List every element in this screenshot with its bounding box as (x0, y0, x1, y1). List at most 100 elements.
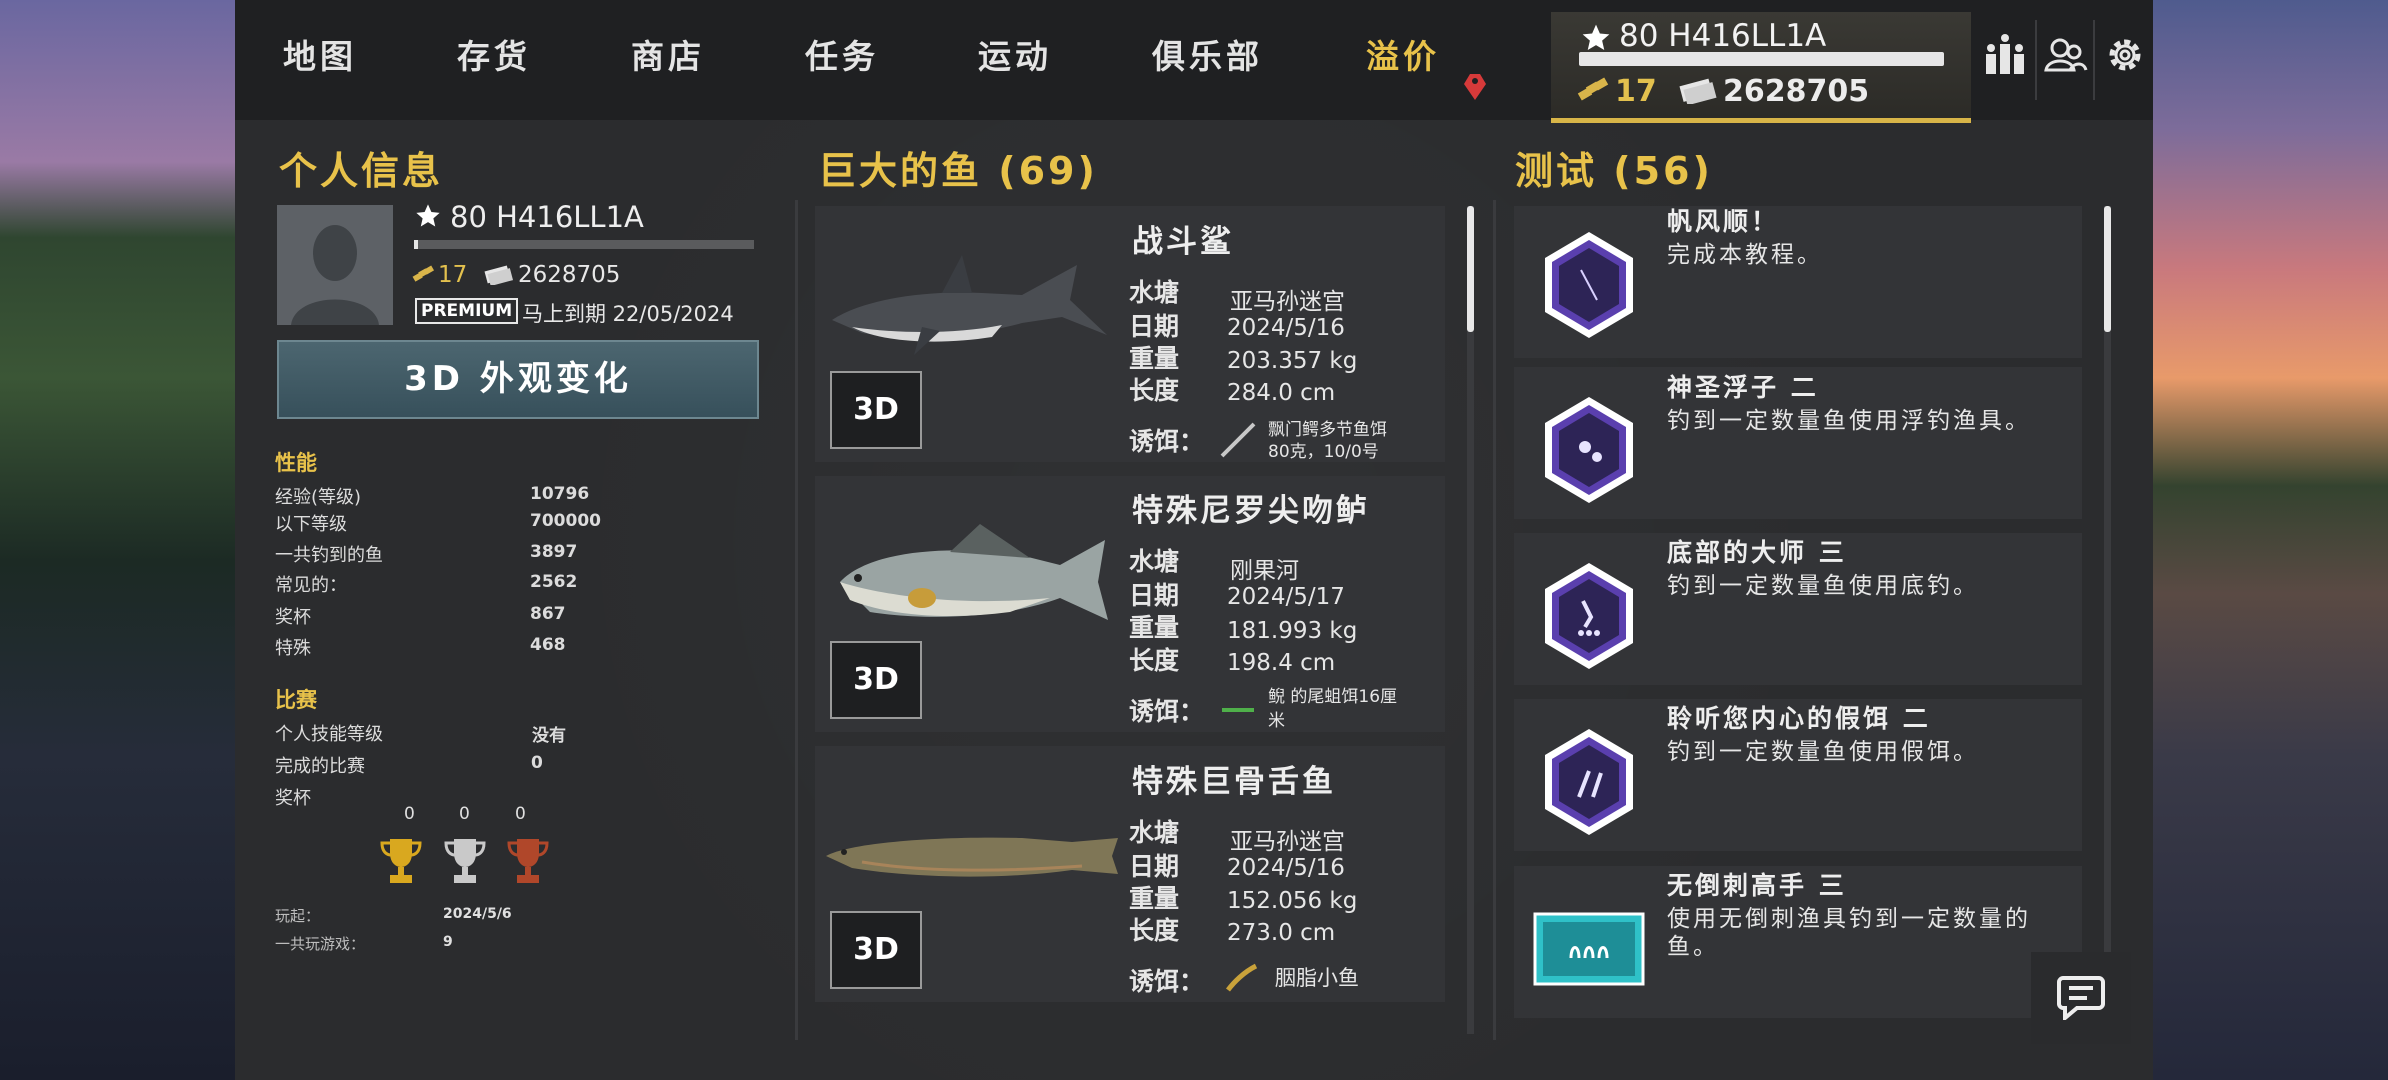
length-label: 长度 (1129, 916, 1180, 945)
bronze-trophy-count: 0 (515, 804, 526, 824)
lure-label: 诱饵： (1129, 697, 1205, 726)
competition-label: 奖杯 (275, 788, 311, 809)
chat-icon (2057, 976, 2105, 1020)
fish-list-scrollbar[interactable] (1467, 206, 1474, 332)
test-title: 神圣浮子 二 (1667, 373, 1819, 402)
column-divider (1493, 200, 1496, 1040)
cash-icon (484, 265, 514, 285)
nav-sports[interactable]: 运动 (978, 30, 1052, 78)
nile-perch-image (840, 524, 1108, 620)
lure-label: 诱饵： (1129, 427, 1205, 456)
bottom-badge-icon (1545, 563, 1633, 669)
test-description: 钓到一定数量鱼使用底钓。 (1667, 573, 1979, 599)
date-value: 2024/5/16 (1227, 315, 1345, 341)
leaderboard-icon[interactable] (1980, 30, 2030, 80)
fish-3d-button[interactable]: 3D (830, 371, 922, 449)
games-played-label: 一共玩游戏： (275, 935, 366, 953)
arapaima-image (826, 837, 1118, 877)
tests-list-scrollbar[interactable] (2104, 206, 2111, 332)
friends-icon[interactable] (2040, 30, 2090, 80)
lure-value-line2: 米 (1268, 711, 1285, 731)
star-icon (416, 204, 440, 227)
pond-value: 亚马孙迷宫 (1230, 829, 1345, 855)
test-title: 帆风顺！ (1667, 207, 1780, 236)
test-title: 聆听您内心的假饵 二 (1667, 704, 1931, 733)
stat-label: 特殊 (275, 638, 311, 659)
fish-3d-button[interactable]: 3D (830, 911, 922, 989)
weight-value: 152.056 kg (1227, 888, 1358, 914)
competition-label: 完成的比赛 (275, 756, 365, 777)
premium-expiry: 马上到期 22/05/2024 (522, 302, 734, 326)
avatar (277, 205, 393, 325)
pond-value: 亚马孙迷宫 (1230, 289, 1345, 315)
divider (2035, 20, 2037, 100)
length-label: 长度 (1129, 646, 1180, 675)
player-card[interactable]: 80 H416LL1A 17 2628705 (1551, 12, 1971, 123)
nav-club[interactable]: 俱乐部 (1152, 30, 1263, 78)
length-label: 长度 (1129, 376, 1180, 405)
stat-value: 10796 (530, 484, 590, 504)
profile-xp-bar (414, 240, 754, 249)
sale-tag-icon (1464, 74, 1486, 100)
stat-value: 3897 (530, 542, 578, 562)
nav-premium[interactable]: 溢价 (1366, 30, 1440, 78)
profile-level-name: 80 H416LL1A (450, 200, 644, 234)
competition-value: 0 (531, 753, 543, 773)
stat-value: 700000 (530, 511, 601, 531)
silver-trophy-icon (444, 839, 486, 883)
nav-inventory[interactable]: 存货 (457, 30, 531, 78)
divider (2093, 20, 2095, 100)
test-description: 钓到一定数量鱼使用假饵。 (1667, 739, 1979, 765)
fish-name: 战斗鲨 (1132, 224, 1234, 260)
cash-icon (1679, 78, 1717, 104)
lure-value: 胭脂小鱼 (1275, 966, 1359, 990)
player-cash: 2628705 (1723, 74, 1870, 109)
pond-value: 刚果河 (1230, 558, 1299, 584)
stat-value: 468 (530, 635, 566, 655)
player-gold: 17 (1615, 74, 1657, 109)
fish-3d-button[interactable]: 3D (830, 641, 922, 719)
weight-label: 重量 (1129, 884, 1180, 913)
weight-value: 181.993 kg (1227, 618, 1358, 644)
stat-value: 2562 (530, 572, 578, 592)
pond-label: 水塘 (1129, 818, 1180, 847)
fish-name: 特殊尼罗尖吻鲈 (1132, 493, 1370, 529)
chat-button[interactable] (2031, 952, 2131, 1044)
weight-label: 重量 (1129, 613, 1180, 642)
lure-icon (1222, 708, 1254, 712)
big-fish-title: 巨大的鱼 (69) (818, 149, 1098, 193)
test-description: 钓到一定数量鱼使用浮钓渔具。 (1667, 408, 2031, 434)
player-level-name: 80 H416LL1A (1619, 18, 1827, 54)
weight-value: 203.357 kg (1227, 348, 1358, 374)
profile-title: 个人信息 (279, 149, 444, 193)
3d-appearance-button[interactable]: 3D 外观变化 (277, 340, 759, 419)
date-label: 日期 (1129, 312, 1180, 341)
premium-badge: PREMIUM (415, 298, 519, 324)
weight-label: 重量 (1129, 344, 1180, 373)
nav-map[interactable]: 地图 (283, 30, 357, 78)
tutorial-badge-icon (1545, 232, 1633, 338)
scenery-left (0, 0, 235, 1080)
scenery-right (2153, 0, 2388, 1080)
experience-bar (1579, 52, 1944, 66)
date-value: 2024/5/17 (1227, 584, 1345, 610)
lure-badge-icon (1545, 729, 1633, 835)
silver-trophy-count: 0 (459, 804, 470, 824)
test-description: 完成本教程。 (1667, 242, 1823, 268)
settings-gear-icon[interactable] (2100, 30, 2150, 80)
stat-value: 867 (530, 604, 566, 624)
lure-label: 诱饵： (1129, 967, 1205, 996)
column-divider (795, 200, 798, 1040)
nav-tasks[interactable]: 任务 (805, 30, 879, 78)
barbless-badge-icon (1533, 912, 1645, 986)
date-label: 日期 (1129, 581, 1180, 610)
profile-xp-fill (414, 240, 418, 249)
nav-shop[interactable]: 商店 (631, 30, 705, 78)
competition-value: 没有 (532, 726, 566, 746)
performance-title: 性能 (275, 451, 317, 475)
lure-icon (1220, 422, 1256, 458)
play-since-label: 玩起： (275, 907, 321, 925)
stat-label: 常见的： (275, 575, 347, 596)
gold-trophy-icon (380, 839, 422, 883)
play-since-value: 2024/5/6 (443, 906, 512, 922)
